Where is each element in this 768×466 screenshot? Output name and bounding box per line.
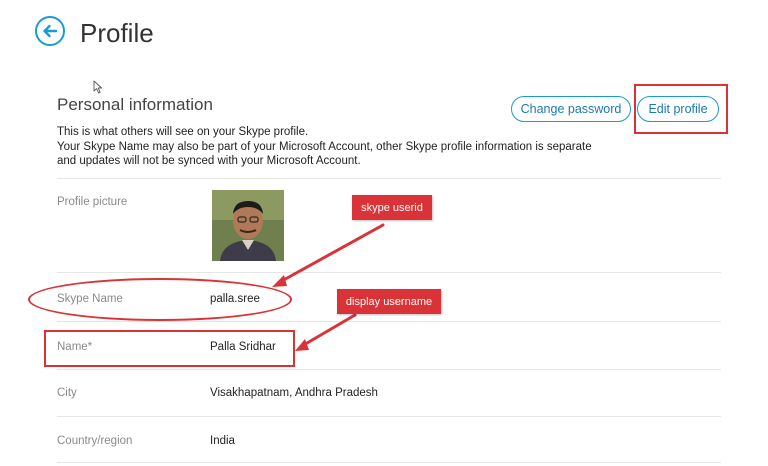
page-title: Profile (80, 18, 154, 48)
city-value: Visakhapatnam, Andhra Pradesh (210, 387, 378, 399)
divider (57, 462, 721, 463)
annotation-arrows (272, 223, 385, 351)
divider (57, 272, 721, 273)
profile-picture-label: Profile picture (57, 196, 128, 208)
arrow-left-icon (43, 24, 58, 38)
edit-profile-highlight (634, 84, 728, 134)
arrowhead-skype-name (272, 275, 287, 287)
country-value: India (210, 435, 235, 447)
mouse-cursor-icon (93, 80, 103, 94)
intro-text: This is what others will see on your Sky… (57, 125, 637, 169)
divider (57, 416, 721, 417)
back-button[interactable] (35, 16, 65, 46)
skype-name-highlight (28, 278, 292, 321)
arrow-to-name (300, 313, 357, 348)
divider (57, 321, 721, 322)
display-username-callout: display username (337, 289, 441, 314)
skype-userid-callout: skype userid (352, 195, 432, 220)
arrow-to-skype-name (278, 223, 385, 284)
city-label: City (57, 387, 77, 399)
avatar-image (212, 190, 284, 261)
intro-line-3: and updates will not be synced with your… (57, 155, 361, 167)
intro-line-1: This is what others will see on your Sky… (57, 126, 309, 138)
divider (57, 178, 721, 179)
divider (57, 369, 721, 370)
section-title: Personal information (57, 95, 213, 114)
intro-line-2: Your Skype Name may also be part of your… (57, 140, 592, 153)
country-label: Country/region (57, 435, 133, 447)
name-highlight (44, 330, 295, 367)
change-password-button[interactable]: Change password (511, 96, 631, 122)
profile-picture[interactable] (212, 190, 284, 261)
arrowhead-name (295, 339, 309, 351)
